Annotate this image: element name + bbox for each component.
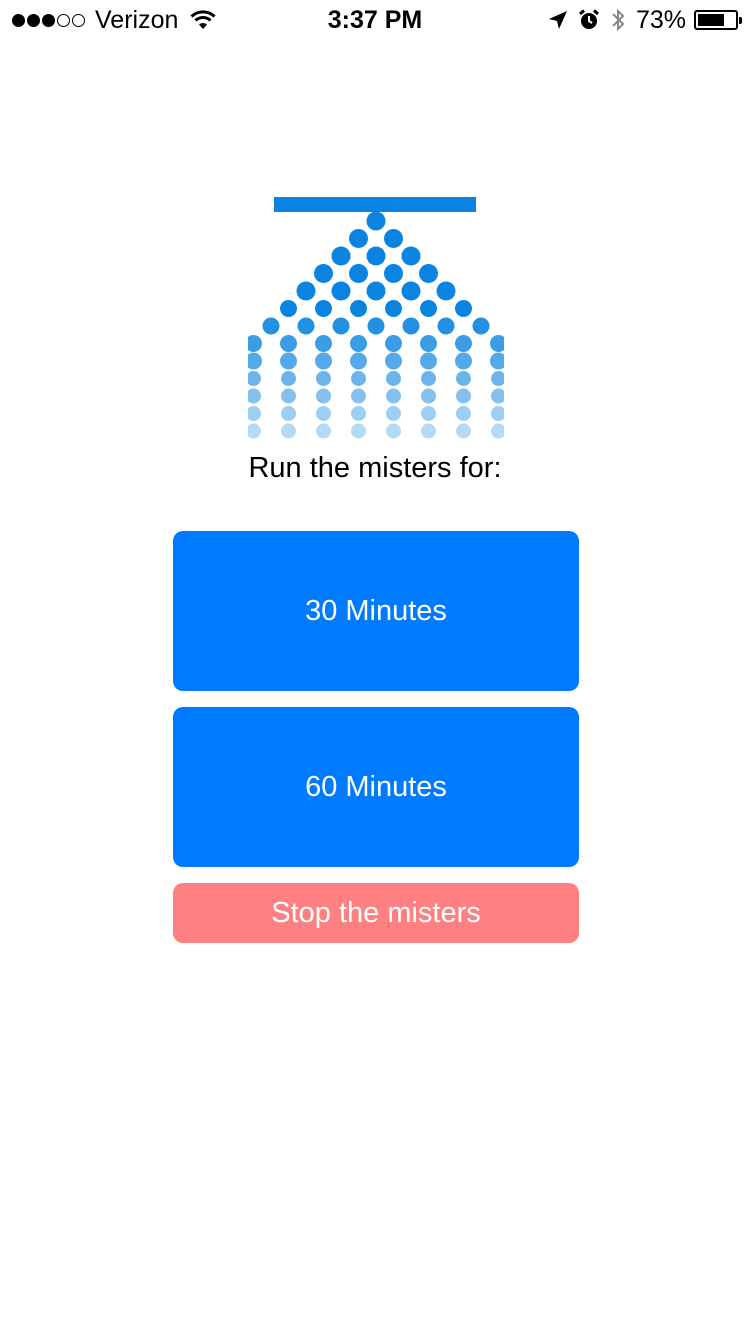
mist-droplet bbox=[420, 352, 437, 370]
mist-droplet bbox=[386, 406, 401, 421]
mist-droplet bbox=[455, 352, 472, 370]
mist-droplet bbox=[401, 281, 421, 301]
mist-droplet bbox=[248, 423, 261, 439]
mist-droplet bbox=[350, 300, 367, 317]
mist-droplet bbox=[402, 317, 420, 335]
mist-droplet bbox=[315, 300, 332, 317]
mist-droplet bbox=[351, 371, 366, 386]
mist-droplet bbox=[280, 300, 297, 317]
mist-droplet bbox=[385, 300, 402, 317]
mist-droplet bbox=[436, 281, 456, 301]
mist-droplet bbox=[316, 406, 331, 421]
mist-droplet bbox=[456, 371, 471, 386]
mist-droplet bbox=[456, 388, 471, 404]
mist-droplet bbox=[385, 335, 402, 352]
mist-droplet bbox=[296, 281, 316, 301]
mist-droplet bbox=[384, 229, 403, 248]
app-screen: Verizon 3:37 PM 73% Run the misters for:… bbox=[0, 0, 750, 1334]
mist-droplet bbox=[455, 300, 472, 317]
mist-droplet bbox=[248, 388, 261, 404]
mist-droplet bbox=[490, 335, 504, 352]
mist-droplet bbox=[281, 371, 296, 386]
mist-droplet bbox=[386, 388, 401, 404]
mist-droplet bbox=[366, 211, 386, 231]
mist-droplet bbox=[491, 423, 504, 439]
mist-droplet bbox=[331, 246, 351, 266]
mist-droplet bbox=[316, 388, 331, 404]
mist-droplet bbox=[280, 335, 297, 352]
alarm-clock-icon bbox=[578, 9, 599, 29]
mist-droplet bbox=[349, 264, 368, 283]
location-arrow-icon bbox=[548, 11, 567, 29]
status-bar-right: 73% bbox=[538, 5, 742, 34]
mist-droplet bbox=[384, 264, 403, 283]
mist-droplet bbox=[248, 406, 261, 421]
mist-droplet bbox=[455, 335, 472, 352]
mist-droplet bbox=[297, 317, 315, 335]
mist-droplet bbox=[401, 246, 421, 266]
mist-droplet bbox=[316, 371, 331, 386]
stop-misters-button[interactable]: Stop the misters bbox=[173, 883, 579, 943]
run-30-minutes-button[interactable]: 30 Minutes bbox=[173, 531, 579, 691]
mist-droplet bbox=[248, 352, 262, 370]
mist-droplet bbox=[314, 264, 333, 283]
mist-droplet bbox=[421, 371, 436, 386]
mist-droplet bbox=[350, 352, 367, 370]
mist-droplet bbox=[351, 406, 366, 421]
mist-droplet bbox=[350, 335, 367, 352]
mist-droplet bbox=[490, 352, 504, 370]
bluetooth-icon bbox=[612, 8, 625, 32]
mist-droplet bbox=[351, 388, 366, 404]
mist-droplet bbox=[315, 352, 332, 370]
battery-icon bbox=[694, 10, 742, 30]
mist-droplet bbox=[491, 406, 504, 421]
mist-droplet bbox=[456, 423, 471, 439]
mist-droplet bbox=[316, 423, 331, 439]
battery-tip bbox=[739, 17, 742, 24]
mist-droplet bbox=[351, 423, 366, 439]
mist-droplet bbox=[421, 406, 436, 421]
mist-droplet bbox=[248, 371, 261, 386]
mist-droplet bbox=[420, 300, 437, 317]
battery-level bbox=[698, 14, 725, 26]
mist-droplet bbox=[367, 317, 385, 335]
mist-droplet bbox=[262, 317, 280, 335]
mist-droplet bbox=[472, 317, 490, 335]
mist-droplet bbox=[386, 371, 401, 386]
mist-droplet bbox=[248, 335, 262, 352]
mist-droplet bbox=[281, 423, 296, 439]
mist-droplet bbox=[491, 371, 504, 386]
mist-droplet bbox=[349, 229, 368, 248]
mist-droplet bbox=[366, 281, 386, 301]
mist-droplet bbox=[419, 264, 438, 283]
run-60-minutes-button[interactable]: 60 Minutes bbox=[173, 707, 579, 867]
mist-droplet bbox=[366, 246, 386, 266]
mist-droplet bbox=[315, 335, 332, 352]
mist-droplet bbox=[332, 317, 350, 335]
mist-droplet bbox=[421, 388, 436, 404]
mist-droplet bbox=[385, 352, 402, 370]
mist-droplet bbox=[281, 406, 296, 421]
mist-droplet bbox=[421, 423, 436, 439]
mister-spray-icon bbox=[248, 197, 504, 439]
mist-droplet bbox=[281, 388, 296, 404]
mist-droplet bbox=[386, 423, 401, 439]
mist-droplet bbox=[491, 388, 504, 404]
status-bar: Verizon 3:37 PM 73% bbox=[0, 0, 750, 40]
mist-droplet bbox=[280, 352, 297, 370]
mist-droplet bbox=[331, 281, 351, 301]
battery-percent: 73% bbox=[635, 5, 686, 34]
mist-droplet bbox=[437, 317, 455, 335]
mister-bar bbox=[274, 197, 476, 212]
mist-droplet bbox=[456, 406, 471, 421]
mist-droplet bbox=[420, 335, 437, 352]
prompt-text: Run the misters for: bbox=[248, 452, 502, 484]
